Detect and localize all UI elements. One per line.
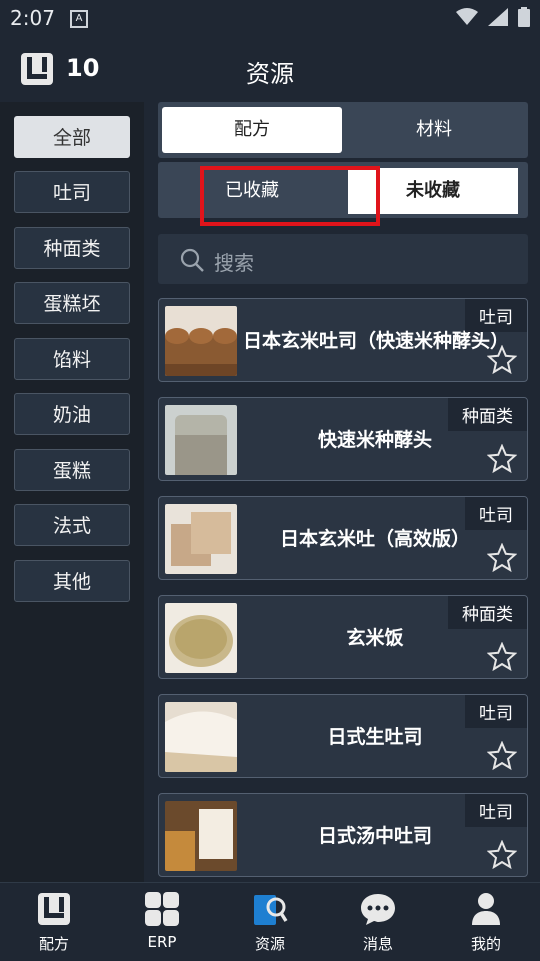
signal-icon bbox=[488, 8, 508, 26]
star-icon[interactable] bbox=[487, 345, 517, 375]
tab-materials[interactable]: 材料 bbox=[344, 107, 524, 153]
recipe-category-tag: 吐司 bbox=[465, 695, 527, 728]
recipe-thumbnail bbox=[165, 603, 237, 673]
search-bar[interactable]: 搜索 bbox=[158, 234, 528, 284]
tab-profile[interactable]: 我的 bbox=[432, 883, 540, 961]
recipe-thumbnail bbox=[165, 405, 237, 475]
page-title: 资源 bbox=[246, 60, 294, 88]
category-cake-base[interactable]: 蛋糕坯 bbox=[14, 282, 130, 324]
battery-icon bbox=[518, 7, 530, 27]
tab-recipe[interactable]: 配方 bbox=[0, 883, 108, 961]
recipe-category-tag: 吐司 bbox=[465, 299, 527, 332]
wifi-icon bbox=[456, 8, 478, 25]
category-cake[interactable]: 蛋糕 bbox=[14, 449, 130, 491]
app-header: 10 资源 bbox=[0, 36, 540, 102]
category-cream[interactable]: 奶油 bbox=[14, 393, 130, 435]
star-icon[interactable] bbox=[487, 840, 517, 870]
chat-bubble-icon bbox=[361, 894, 395, 925]
bottom-tab-bar: 配方 ERP 资源 消息 我的 bbox=[0, 882, 540, 961]
tab-label: 资源 bbox=[254, 935, 285, 953]
recipe-category-tag: 种面类 bbox=[448, 596, 527, 629]
status-time: 2:07 bbox=[10, 6, 55, 30]
category-other[interactable]: 其他 bbox=[14, 560, 130, 602]
notification-a-icon: A bbox=[70, 10, 88, 28]
type-segment: 配方 材料 bbox=[158, 102, 528, 158]
recipe-thumbnail bbox=[165, 504, 237, 574]
recipe-thumbnail bbox=[165, 702, 237, 772]
tab-label: 配方 bbox=[38, 935, 69, 953]
recipe-category-tag: 吐司 bbox=[465, 497, 527, 530]
tab-messages[interactable]: 消息 bbox=[324, 883, 432, 961]
recipe-category-tag: 吐司 bbox=[465, 794, 527, 827]
recipe-card[interactable]: 快速米种酵头 种面类 bbox=[158, 397, 528, 481]
user-icon bbox=[472, 893, 500, 925]
star-icon[interactable] bbox=[487, 444, 517, 474]
category-starter[interactable]: 种面类 bbox=[14, 227, 130, 269]
category-sidebar: 全部 吐司 种面类 蛋糕坯 馅料 奶油 蛋糕 法式 其他 bbox=[0, 102, 144, 882]
recipe-card[interactable]: 日本玄米吐司（快速米种酵头） 吐司 bbox=[158, 298, 528, 382]
book-search-icon bbox=[254, 895, 288, 925]
status-bar: 2:07 A bbox=[0, 0, 540, 36]
category-filling[interactable]: 馅料 bbox=[14, 338, 130, 380]
recipe-category-tag: 种面类 bbox=[448, 398, 527, 431]
recipe-card[interactable]: 日式汤中吐司 吐司 bbox=[158, 793, 528, 877]
star-icon[interactable] bbox=[487, 543, 517, 573]
star-icon[interactable] bbox=[487, 741, 517, 771]
search-icon bbox=[180, 248, 204, 272]
grid-icon bbox=[145, 892, 179, 926]
recipe-card[interactable]: 玄米饭 种面类 bbox=[158, 595, 528, 679]
status-icons bbox=[456, 6, 530, 28]
tab-label: ERP bbox=[147, 933, 177, 951]
category-all[interactable]: 全部 bbox=[14, 116, 130, 158]
category-french[interactable]: 法式 bbox=[14, 504, 130, 546]
recipe-card[interactable]: 日本玄米吐（高效版） 吐司 bbox=[158, 496, 528, 580]
highlight-box bbox=[200, 166, 380, 226]
tab-erp[interactable]: ERP bbox=[108, 883, 216, 961]
tab-resources[interactable]: 资源 bbox=[216, 883, 324, 961]
tab-recipes[interactable]: 配方 bbox=[162, 107, 342, 153]
book-icon bbox=[38, 893, 70, 925]
star-icon[interactable] bbox=[487, 642, 517, 672]
search-input[interactable]: 搜索 bbox=[214, 247, 254, 276]
recipe-card[interactable]: 日式生吐司 吐司 bbox=[158, 694, 528, 778]
tab-label: 我的 bbox=[470, 935, 501, 953]
tab-label: 消息 bbox=[362, 935, 393, 953]
category-toast[interactable]: 吐司 bbox=[14, 171, 130, 213]
recipe-thumbnail bbox=[165, 801, 237, 871]
recipe-thumbnail bbox=[165, 306, 237, 376]
